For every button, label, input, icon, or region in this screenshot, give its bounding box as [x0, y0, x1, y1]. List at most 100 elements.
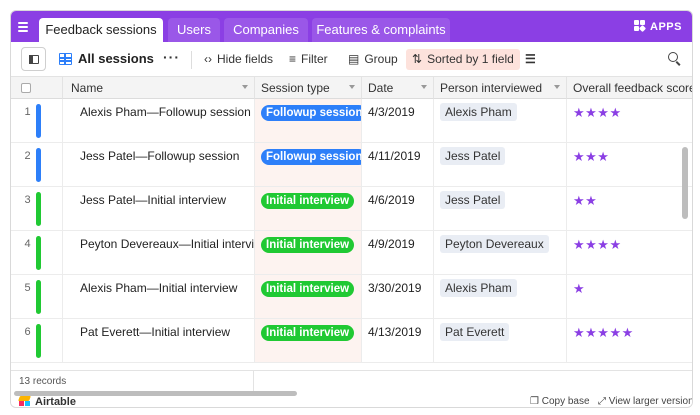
row-number-cell[interactable]: 3 — [11, 187, 63, 231]
session-type-cell[interactable]: Initial interview — [255, 319, 362, 363]
row-height-button[interactable]: ☰ — [519, 49, 542, 70]
chevron-down-icon[interactable] — [349, 85, 355, 89]
vertical-scrollbar[interactable] — [682, 147, 688, 219]
record-name: Alexis Pham—Initial interview — [80, 281, 238, 295]
row-number-cell[interactable]: 4 — [11, 231, 63, 275]
group-button[interactable]: ▤ Group — [342, 49, 404, 70]
date-cell[interactable]: 4/13/2019 — [362, 319, 434, 363]
session-type-cell[interactable]: Followup session — [255, 99, 362, 143]
name-cell[interactable]: Peyton Devereaux—Initial interview — [63, 231, 255, 275]
copy-base-link[interactable]: ❐ Copy base — [530, 396, 590, 407]
select-all-checkbox[interactable] — [21, 83, 31, 93]
score-cell[interactable]: ★★★★ — [567, 231, 692, 275]
column-header-person[interactable]: Person interviewed — [434, 77, 567, 99]
score-cell[interactable]: ★★★★★ — [567, 319, 692, 363]
column-header-session-type[interactable]: Session type — [255, 77, 362, 99]
menu-icon[interactable] — [15, 18, 31, 34]
name-cell[interactable]: Alexis Pham—Followup session — [63, 99, 255, 143]
sidebar-toggle-button[interactable] — [21, 47, 46, 71]
column-header-name[interactable]: Name — [63, 77, 255, 99]
sort-button[interactable]: ⇅ Sorted by 1 field — [406, 49, 520, 70]
tab-users[interactable]: Users — [168, 18, 220, 42]
search-icon[interactable] — [668, 52, 682, 66]
name-cell[interactable]: Jess Patel—Initial interview — [63, 187, 255, 231]
person-chip: Peyton Devereaux — [440, 235, 549, 253]
session-type-pill: Initial interview — [261, 325, 355, 341]
session-type-cell[interactable]: Initial interview — [255, 231, 362, 275]
session-type-cell[interactable]: Followup session — [255, 143, 362, 187]
view-switcher[interactable]: All sessions — [59, 51, 154, 66]
row-number: 5 — [24, 282, 31, 294]
date-cell[interactable]: 4/3/2019 — [362, 99, 434, 143]
chevron-down-icon[interactable] — [421, 85, 427, 89]
session-type-pill: Followup session — [261, 149, 361, 165]
row-number-cell[interactable]: 2 — [11, 143, 63, 187]
record-name: Pat Everett—Initial interview — [80, 325, 231, 339]
person-cell[interactable]: Jess Patel — [434, 187, 567, 231]
row-height-icon: ☰ — [525, 52, 536, 66]
person-cell[interactable]: Alexis Pham — [434, 99, 567, 143]
session-date: 4/13/2019 — [368, 325, 422, 339]
person-cell[interactable]: Pat Everett — [434, 319, 567, 363]
star-rating-icon: ★★★ — [573, 149, 610, 164]
session-date: 4/9/2019 — [368, 237, 415, 251]
apps-button[interactable]: APPS — [634, 20, 682, 33]
name-cell[interactable]: Jess Patel—Followup session — [63, 143, 255, 187]
row-number-cell[interactable]: 5 — [11, 275, 63, 319]
date-cell[interactable]: 4/9/2019 — [362, 231, 434, 275]
chevron-down-icon[interactable] — [554, 85, 560, 89]
person-cell[interactable]: Alexis Pham — [434, 275, 567, 319]
tab-feedback-sessions[interactable]: Feedback sessions — [39, 18, 163, 42]
row-color-bar — [36, 324, 41, 358]
score-cell[interactable]: ★★★★ — [567, 99, 692, 143]
view-name: All sessions — [78, 51, 154, 66]
name-cell[interactable]: Pat Everett—Initial interview — [63, 319, 255, 363]
row-number: 3 — [24, 194, 31, 206]
row-number-cell[interactable]: 6 — [11, 319, 63, 363]
row-color-bar — [36, 236, 41, 270]
person-chip: Jess Patel — [440, 147, 506, 165]
embed-bar: Airtable ❐ Copy base ⤢ View larger versi… — [11, 396, 692, 408]
person-cell[interactable]: Peyton Devereaux — [434, 231, 567, 275]
session-type-cell[interactable]: Initial interview — [255, 275, 362, 319]
view-larger-link[interactable]: ⤢ View larger version — [598, 396, 692, 407]
session-type-pill: Initial interview — [261, 237, 355, 253]
hide-fields-button[interactable]: ‹› Hide fields — [198, 49, 279, 70]
star-rating-icon: ★ — [573, 281, 586, 296]
person-chip: Alexis Pham — [440, 103, 517, 121]
column-header-score[interactable]: Overall feedback score — [567, 77, 692, 99]
airtable-logo-icon — [18, 396, 31, 406]
tab-companies[interactable]: Companies — [224, 18, 308, 42]
score-cell[interactable]: ★ — [567, 275, 692, 319]
column-header-session-type-label: Session type — [261, 81, 330, 95]
score-cell[interactable]: ★★★ — [567, 143, 692, 187]
person-chip: Alexis Pham — [440, 279, 517, 297]
star-rating-icon: ★★★★★ — [573, 325, 634, 340]
session-type-cell[interactable]: Initial interview — [255, 187, 362, 231]
airtable-brand-link[interactable]: Airtable — [18, 396, 76, 408]
expand-icon: ⤢ — [598, 396, 606, 407]
date-cell[interactable]: 3/30/2019 — [362, 275, 434, 319]
row-number-cell[interactable]: 1 — [11, 99, 63, 143]
session-type-pill: Initial interview — [261, 193, 355, 209]
chevron-down-icon[interactable] — [242, 85, 248, 89]
brand-name: Airtable — [35, 396, 76, 408]
view-more-button[interactable]: ··· — [163, 49, 180, 65]
select-all-header — [11, 77, 63, 99]
name-cell[interactable]: Alexis Pham—Initial interview — [63, 275, 255, 319]
filter-button[interactable]: ≡ Filter — [283, 49, 334, 70]
date-cell[interactable]: 4/11/2019 — [362, 143, 434, 187]
row-number: 6 — [24, 326, 31, 338]
person-cell[interactable]: Jess Patel — [434, 143, 567, 187]
copy-icon: ❐ — [530, 396, 539, 407]
star-rating-icon: ★★ — [573, 193, 598, 208]
tab-features-complaints[interactable]: Features & complaints — [312, 18, 450, 42]
copy-base-label: Copy base — [541, 396, 590, 407]
row-color-bar — [36, 192, 41, 226]
record-name: Jess Patel—Initial interview — [80, 193, 227, 207]
score-cell[interactable]: ★★ — [567, 187, 692, 231]
column-header-date[interactable]: Date — [362, 77, 434, 99]
group-icon: ▤ — [348, 52, 360, 66]
date-cell[interactable]: 4/6/2019 — [362, 187, 434, 231]
filter-icon: ≡ — [289, 52, 297, 66]
